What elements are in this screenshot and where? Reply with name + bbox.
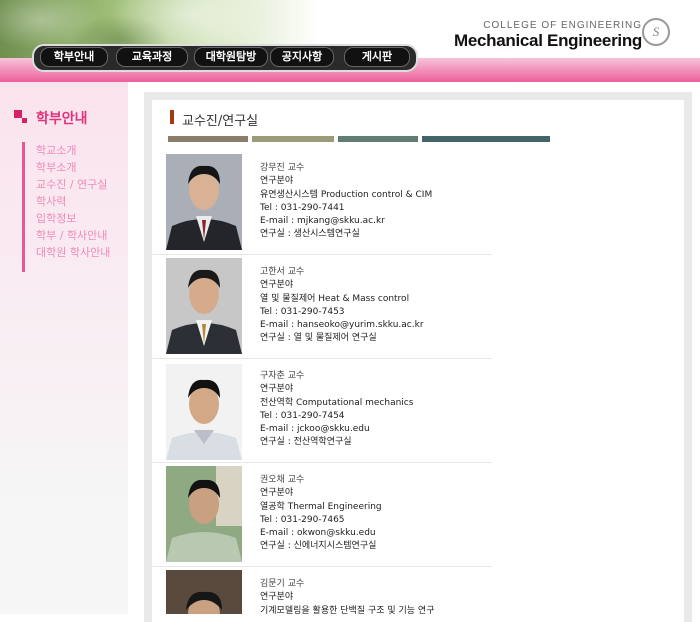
professor-entry: 김문기 교수 연구분야 기계모델링을 활용한 단백질 구조 및 기능 연구	[152, 566, 492, 614]
nav-curriculum[interactable]: 교육과정	[116, 47, 188, 67]
nav-notices[interactable]: 공지사항	[270, 47, 334, 67]
field-label: 연구분야	[260, 280, 294, 291]
professor-lab: 연구실 : 열 및 물질제어 연구실	[260, 333, 377, 344]
research-field: 유연생산시스템 Production control & CIM	[260, 189, 433, 200]
professor-info: 강무진 교수 연구분야 유연생산시스템 Production control &…	[260, 162, 432, 242]
professor-photo	[166, 466, 242, 562]
sidebar-divider	[22, 142, 25, 272]
color-bar-2	[252, 136, 334, 142]
brand-department-text: Mechanical Engineering	[453, 31, 642, 50]
sidebar-item-calendar[interactable]: 학사력	[36, 193, 110, 210]
professor-tel: Tel : 031-290-7465	[260, 514, 345, 525]
professor-name: 강무진 교수	[260, 163, 305, 173]
research-field: 기계모델링을 활용한 단백질 구조 및 기능 연구	[260, 605, 435, 614]
field-label: 연구분야	[260, 488, 294, 499]
heading-marker	[170, 110, 174, 124]
professor-name: 구자춘 교수	[260, 371, 305, 381]
sidebar-item-undergrad-guide[interactable]: 학부 / 학사안내	[36, 227, 110, 244]
professor-info: 고한서 교수 연구분야 열 및 물질제어 Heat & Mass control…	[260, 266, 424, 346]
professor-info: 김문기 교수 연구분야 기계모델링을 활용한 단백질 구조 및 기능 연구	[260, 578, 435, 614]
sidebar-item-grad-guide[interactable]: 대학원 학사안내	[36, 244, 110, 261]
nav-board[interactable]: 게시판	[344, 47, 410, 67]
professor-email[interactable]: E-mail : hanseoko@yurim.skku.ac.kr	[260, 319, 424, 332]
professor-info: 구자춘 교수 연구분야 전산역학 Computational mechanics…	[260, 370, 413, 450]
research-field: 전산역학 Computational mechanics	[260, 397, 414, 408]
professor-photo	[166, 364, 242, 460]
color-bar-3	[338, 136, 418, 142]
professor-name: 김문기 교수	[260, 579, 305, 589]
professor-entry: 권오채 교수 연구분야 열공학 Thermal Engineering Tel …	[152, 462, 492, 567]
professor-entry: 구자춘 교수 연구분야 전산역학 Computational mechanics…	[152, 358, 492, 463]
professor-email[interactable]: E-mail : okwon@skku.edu	[260, 527, 382, 540]
professor-photo	[166, 258, 242, 354]
professor-name: 권오채 교수	[260, 475, 305, 485]
professor-lab: 연구실 : 생산시스템연구실	[260, 229, 360, 240]
page-title: 교수진/연구실	[182, 114, 259, 129]
professor-tel: Tel : 031-290-7454	[260, 410, 345, 421]
field-label: 연구분야	[260, 592, 294, 603]
professor-photo	[166, 154, 242, 250]
sidebar-title: 학부안내	[36, 111, 88, 127]
nav-graduate[interactable]: 대학원탐방	[194, 47, 268, 67]
color-bar-4	[422, 136, 550, 142]
professor-tel: Tel : 031-290-7453	[260, 306, 345, 317]
professor-email[interactable]: E-mail : mjkang@skku.ac.kr	[260, 215, 432, 228]
sidebar-menu: 학교소개 학부소개 교수진 / 연구실 학사력 입학정보 학부 / 학사안내 대…	[36, 142, 110, 261]
sidebar-square-small-icon	[22, 118, 27, 123]
brand-college-text: COLLEGE OF ENGINEERING	[483, 20, 642, 31]
nav-department-info[interactable]: 학부안내	[40, 47, 108, 67]
research-field: 열공학 Thermal Engineering	[260, 501, 382, 512]
professor-tel: Tel : 031-290-7441	[260, 202, 345, 213]
sidebar-item-faculty[interactable]: 교수진 / 연구실	[36, 176, 110, 193]
professor-photo	[166, 570, 242, 614]
professor-email[interactable]: E-mail : jckoo@skku.edu	[260, 423, 413, 436]
professor-info: 권오채 교수 연구분야 열공학 Thermal Engineering Tel …	[260, 474, 382, 554]
professor-entry: 고한서 교수 연구분야 열 및 물질제어 Heat & Mass control…	[152, 254, 492, 359]
professor-name: 고한서 교수	[260, 267, 305, 277]
field-label: 연구분야	[260, 384, 294, 395]
professor-entry: 강무진 교수 연구분야 유연생산시스템 Production control &…	[152, 150, 492, 255]
university-seal-icon: S	[642, 18, 670, 46]
color-bar-1	[168, 136, 248, 142]
sidebar-item-school-intro[interactable]: 학교소개	[36, 142, 110, 159]
sidebar-item-admission[interactable]: 입학정보	[36, 210, 110, 227]
field-label: 연구분야	[260, 176, 294, 187]
professor-lab: 연구실 : 신에너지시스템연구실	[260, 541, 377, 552]
sidebar-item-dept-intro[interactable]: 학부소개	[36, 159, 110, 176]
sidebar-square-icon	[14, 110, 22, 118]
professor-lab: 연구실 : 전산역학연구실	[260, 437, 352, 448]
research-field: 열 및 물질제어 Heat & Mass control	[260, 293, 410, 304]
brand-logo[interactable]: COLLEGE OF ENGINEERING Mechanical Engine…	[454, 20, 642, 51]
